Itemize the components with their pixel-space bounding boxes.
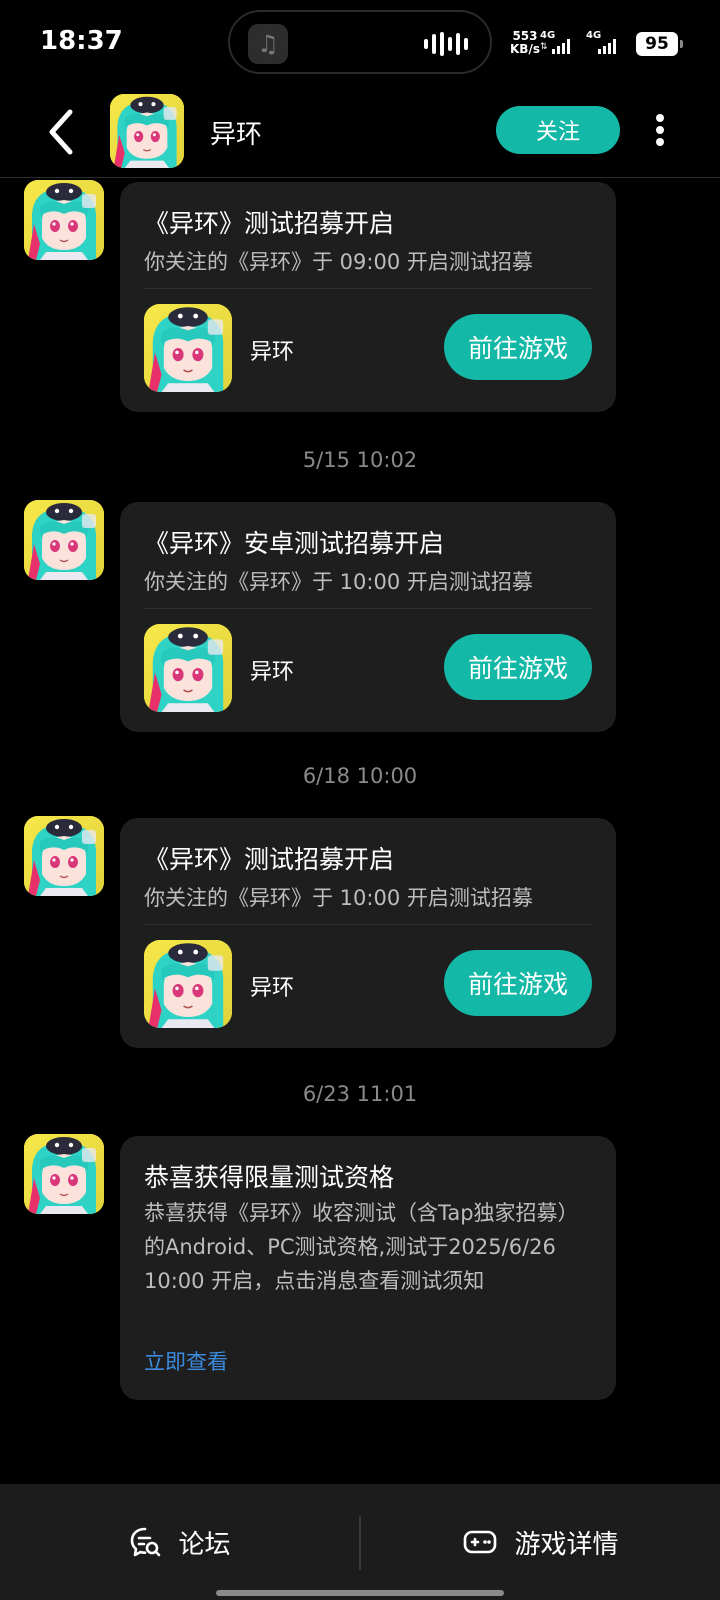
- back-button[interactable]: [40, 106, 84, 158]
- chat-header: 异环 关注: [0, 88, 720, 178]
- message-timestamp: 6/18 10:00: [302, 764, 418, 788]
- status-time: 18:37: [40, 26, 123, 56]
- go-to-game-button[interactable]: 前往游戏: [444, 634, 592, 700]
- divider: [144, 924, 592, 925]
- game-name: 异环: [250, 660, 295, 685]
- gamepad-icon: [464, 1530, 497, 1554]
- sender-avatar[interactable]: [24, 1134, 104, 1214]
- forum-chat-icon: [131, 1527, 161, 1557]
- forum-label: 论坛: [178, 1529, 231, 1560]
- go-to-game-button[interactable]: 前往游戏: [444, 950, 592, 1016]
- header-avatar[interactable]: [110, 94, 184, 168]
- game-details-label: 游戏详情: [514, 1529, 619, 1560]
- divider: [144, 288, 592, 289]
- sender-avatar[interactable]: [24, 180, 104, 260]
- game-icon[interactable]: [144, 304, 232, 392]
- message-card[interactable]: 《异环》测试招募开启 你关注的《异环》于 10:00 开启测试招募 异环 前往游…: [120, 818, 616, 1048]
- message-feed[interactable]: 《异环》测试招募开启 你关注的《异环》于 09:00 开启测试招募 异环 前往游…: [0, 180, 720, 1484]
- message-title: 《异环》安卓测试招募开启: [144, 529, 445, 558]
- game-name: 异环: [250, 976, 295, 1001]
- message-description: 恭喜获得《异环》收容测试（含Tap独家招募）的Android、PC测试资格,测试…: [144, 1201, 579, 1293]
- go-to-game-button[interactable]: 前往游戏: [444, 314, 592, 380]
- page-title: 异环: [210, 120, 263, 150]
- data-arrows-icon: ⇅: [540, 42, 548, 52]
- game-icon[interactable]: [144, 624, 232, 712]
- divider: [144, 608, 592, 609]
- more-vertical-icon: [656, 114, 664, 146]
- game-details-tab[interactable]: 游戏详情: [361, 1484, 720, 1600]
- status-bar: 18:37 ♫ 553 KB/s 4G ⇅ 4G 95: [0, 0, 720, 88]
- network-speed-unit: KB/s: [510, 42, 540, 56]
- more-button[interactable]: [652, 110, 668, 150]
- message-description: 你关注的《异环》于 10:00 开启测试招募: [144, 886, 533, 910]
- message-card[interactable]: 恭喜获得限量测试资格 恭喜获得《异环》收容测试（含Tap独家招募）的Androi…: [120, 1136, 616, 1400]
- message-card[interactable]: 《异环》安卓测试招募开启 你关注的《异环》于 10:00 开启测试招募 异环 前…: [120, 502, 616, 732]
- chevron-left-icon: [49, 109, 73, 155]
- message-description: 你关注的《异环》于 10:00 开启测试招募: [144, 570, 533, 594]
- game-name: 异环: [250, 340, 295, 365]
- network-speed: 553 KB/s: [510, 30, 540, 56]
- message-timestamp: 6/23 11:01: [302, 1082, 418, 1106]
- home-indicator[interactable]: [216, 1590, 504, 1596]
- message-timestamp: 5/15 10:02: [302, 448, 418, 472]
- battery-indicator: 95: [636, 32, 683, 56]
- message-title: 《异环》测试招募开启: [144, 209, 395, 238]
- game-icon[interactable]: [144, 940, 232, 1028]
- music-note-icon: ♫: [248, 24, 288, 64]
- bottom-bar: 论坛 游戏详情: [0, 1484, 720, 1600]
- follow-button[interactable]: 关注: [496, 106, 620, 154]
- signal-sim1-icon: 4G ⇅: [540, 30, 584, 56]
- sender-avatar[interactable]: [24, 500, 104, 580]
- dynamic-island[interactable]: ♫: [228, 10, 492, 74]
- sender-avatar[interactable]: [24, 816, 104, 896]
- message-card[interactable]: 《异环》测试招募开启 你关注的《异环》于 09:00 开启测试招募 异环 前往游…: [120, 182, 616, 412]
- signal-sim2-icon: 4G: [586, 30, 630, 56]
- message-title: 恭喜获得限量测试资格: [144, 1163, 395, 1192]
- audio-wave-icon: [424, 32, 468, 56]
- view-now-link[interactable]: 立即查看: [144, 1346, 228, 1376]
- forum-tab[interactable]: 论坛: [0, 1484, 359, 1600]
- message-title: 《异环》测试招募开启: [144, 845, 395, 874]
- message-description: 你关注的《异环》于 09:00 开启测试招募: [144, 250, 533, 274]
